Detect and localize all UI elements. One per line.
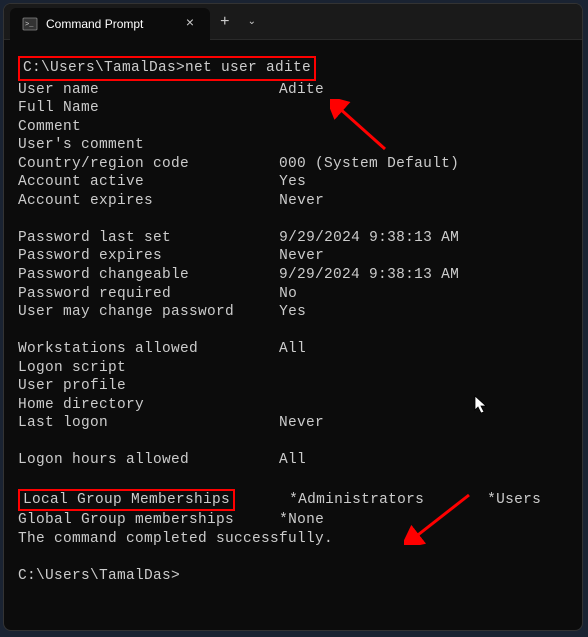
output-row: User may change password Yes (18, 303, 568, 322)
output-row: Password expires Never (18, 247, 568, 266)
command-highlight: C:\Users\TamalDas>net user adite (18, 56, 316, 81)
output-row: Logon script (18, 359, 568, 378)
terminal-content[interactable]: C:\Users\TamalDas>net user adite User na… (4, 40, 582, 601)
output-row: Account active Yes (18, 173, 568, 192)
output-row: Full Name (18, 99, 568, 118)
output-row: Last logon Never (18, 414, 568, 433)
output-row: Workstations allowed All (18, 340, 568, 359)
titlebar: >_ Command Prompt × + ⌄ (4, 4, 582, 40)
output-row: User's comment (18, 136, 568, 155)
svg-text:>_: >_ (25, 21, 34, 29)
cmd-icon: >_ (22, 16, 38, 32)
output-row: The command completed successfully. (18, 530, 568, 549)
output-row: Password last set 9/29/2024 9:38:13 AM (18, 229, 568, 248)
output-row: User profile (18, 377, 568, 396)
blank-row (18, 433, 568, 452)
output-row: User name Adite (18, 81, 568, 100)
output-row: Password changeable 9/29/2024 9:38:13 AM (18, 266, 568, 285)
terminal-window: >_ Command Prompt × + ⌄ C:\Users\TamalDa… (3, 3, 583, 631)
output-row: Logon hours allowed All (18, 451, 568, 470)
output-row: Account expires Never (18, 192, 568, 211)
tab-title: Command Prompt (46, 17, 174, 31)
new-tab-button[interactable]: + (210, 13, 240, 31)
tab-command-prompt[interactable]: >_ Command Prompt × (10, 8, 210, 40)
blank-row (18, 322, 568, 341)
output-row: Comment (18, 118, 568, 137)
prompt-line: C:\Users\TamalDas>net user adite (18, 56, 568, 81)
blank-row (18, 548, 568, 567)
output-row: Global Group memberships *None (18, 511, 568, 530)
output-row: Local Group Memberships *Administrators … (18, 489, 568, 512)
local-group-highlight: Local Group Memberships (18, 489, 235, 512)
output-row: Home directory (18, 396, 568, 415)
blank-row (18, 210, 568, 229)
close-icon[interactable]: × (182, 16, 198, 32)
output-row: Password required No (18, 285, 568, 304)
tab-dropdown-icon[interactable]: ⌄ (240, 16, 264, 28)
prompt-line: C:\Users\TamalDas> (18, 567, 568, 586)
output-row: Country/region code 000 (System Default) (18, 155, 568, 174)
blank-row (18, 470, 568, 489)
